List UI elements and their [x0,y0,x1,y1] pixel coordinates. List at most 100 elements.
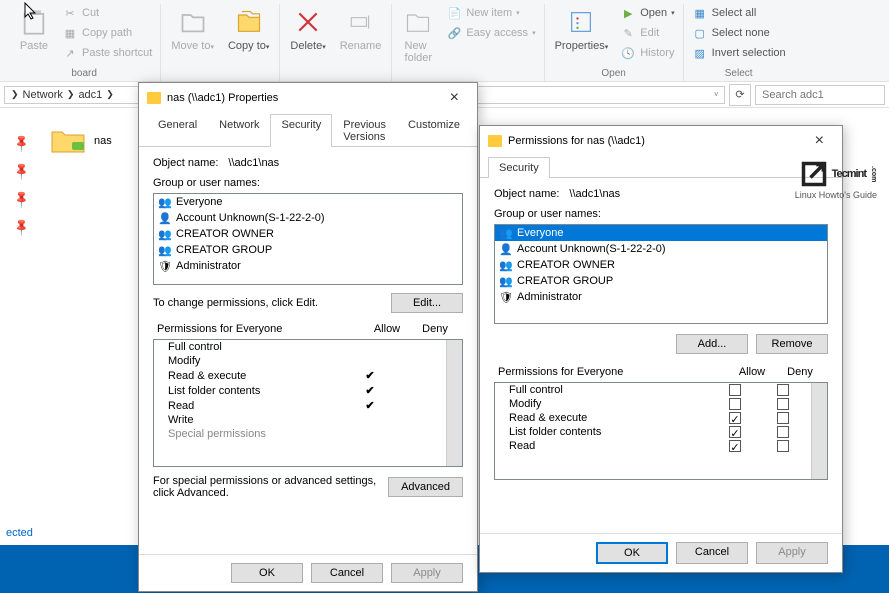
users-listbox[interactable]: 👥Everyone 👤Account Unknown(S-1-22-2-0) 👥… [153,193,463,285]
pin-icon[interactable]: 📌 [11,133,31,153]
users-listbox[interactable]: 👥Everyone 👤Account Unknown(S-1-22-2-0) 👥… [494,224,828,324]
group-label: Group or user names: [494,208,828,220]
tab-security[interactable]: Security [270,114,332,147]
deny-column: Deny [411,323,459,335]
pin-icon[interactable]: 📌 [11,161,31,181]
status-bar: ected [0,525,39,541]
breadcrumb-network[interactable]: Network [23,89,63,101]
invert-selection-button[interactable]: ▨Invert selection [690,44,788,62]
remove-user-button[interactable]: Remove [756,334,828,354]
edit-button[interactable]: ✎Edit [618,24,676,42]
breadcrumb-host[interactable]: adc1 [78,89,102,101]
list-item: 👥CREATOR GROUP [154,242,462,258]
unknown-user-icon: 👤 [158,211,172,225]
tab-security[interactable]: Security [488,157,550,178]
ok-button[interactable]: OK [596,542,668,564]
edit-icon: ✎ [620,25,636,41]
unknown-user-icon: 👤 [499,242,513,256]
group-icon: 👥 [499,258,513,272]
ok-button[interactable]: OK [231,563,303,583]
allow-checkbox[interactable]: ✓ [729,426,741,438]
new-item-icon: 📄 [446,5,462,21]
cancel-button[interactable]: Cancel [676,542,748,564]
permissions-label: Permissions for Everyone [157,323,363,335]
tab-general[interactable]: General [147,114,208,147]
deny-checkbox[interactable] [777,398,789,410]
perm-row: Special permissions [154,427,446,441]
cursor-icon [24,2,40,20]
add-user-button[interactable]: Add... [676,334,748,354]
refresh-button[interactable]: ⟳ [729,84,751,106]
scissors-icon: ✂ [62,5,78,21]
search-input[interactable] [755,85,885,105]
watermark: Tecmint .com [800,160,877,188]
allow-checkbox[interactable]: ✓ [729,440,741,452]
list-item: 🛡Administrator [154,258,462,274]
group-icon: 👥 [158,227,172,241]
apply-button[interactable]: Apply [391,563,463,583]
move-to-button[interactable]: Move to▾ [167,4,218,54]
invert-selection-icon: ▨ [692,45,708,61]
tab-network[interactable]: Network [208,114,270,147]
cut-button[interactable]: ✂Cut [60,4,154,22]
tab-previous-versions[interactable]: Previous Versions [332,114,397,147]
perm-row: Read✓ [495,439,811,453]
properties-button[interactable]: Properties▾ [551,4,613,54]
permissions-label: Permissions for Everyone [498,366,728,378]
allow-checkbox[interactable] [729,398,741,410]
group-label: board [71,68,97,81]
chevron-down-icon[interactable]: v [715,91,719,98]
pin-icon[interactable]: 📌 [11,217,31,237]
copy-path-button[interactable]: ▦Copy path [60,24,154,42]
group-icon: 👥 [158,243,172,257]
apply-button[interactable]: Apply [756,542,828,564]
allow-column: Allow [728,366,776,378]
rename-button[interactable]: Rename [336,4,386,54]
deny-checkbox[interactable] [777,440,789,452]
perm-row: Read✔ [154,398,446,413]
external-link-icon [800,160,828,188]
new-item-button[interactable]: 📄New item ▾ [444,4,537,22]
delete-button[interactable]: Delete▾ [286,4,329,54]
change-hint: To change permissions, click Edit. [153,297,391,309]
list-item: 👤Account Unknown(S-1-22-2-0) [495,241,827,257]
checkmark-icon: ✔ [346,384,394,397]
tab-customize[interactable]: Customize [397,114,471,147]
deny-checkbox[interactable] [777,426,789,438]
deny-checkbox[interactable] [777,412,789,424]
history-button[interactable]: 🕓History [618,44,676,62]
select-all-button[interactable]: ▦Select all [690,4,788,22]
advanced-button[interactable]: Advanced [388,477,463,497]
edit-permissions-button[interactable]: Edit... [391,293,463,313]
allow-checkbox[interactable]: ✓ [729,412,741,424]
deny-column: Deny [776,366,824,378]
copy-to-button[interactable]: Copy to▾ [224,4,273,54]
paste-shortcut-button[interactable]: ↗Paste shortcut [60,44,154,62]
scrollbar[interactable] [811,383,827,479]
rename-icon [345,6,377,38]
list-item: 👥Everyone [495,225,827,241]
permissions-editor: Full control Modify Read & execute✓ List… [494,382,828,480]
easy-access-button[interactable]: 🔗Easy access ▾ [444,24,537,42]
open-button[interactable]: ▶Open ▾ [618,4,676,22]
perm-row: Read & execute✓ [495,411,811,425]
new-folder-button[interactable]: Newfolder [398,4,438,66]
chevron-right-icon: ❯ [106,89,114,100]
pin-icon[interactable]: 📌 [11,189,31,209]
share-item-nas[interactable]: nas [50,124,112,157]
copy-path-icon: ▦ [62,25,78,41]
cancel-button[interactable]: Cancel [311,563,383,583]
quick-access-pins: 📌 📌 📌 📌 [14,136,29,234]
perm-row: Full control [495,383,811,397]
deny-checkbox[interactable] [777,384,789,396]
close-button[interactable]: × [807,132,832,150]
allow-checkbox[interactable] [729,384,741,396]
scrollbar[interactable] [446,340,462,466]
select-none-button[interactable]: ▢Select none [690,24,788,42]
close-button[interactable]: × [442,89,467,107]
move-to-icon [177,6,209,38]
new-folder-icon [402,6,434,38]
copy-to-icon [233,6,265,38]
list-item: 🛡Administrator [495,289,827,305]
object-name-label: Object name: [494,188,559,200]
